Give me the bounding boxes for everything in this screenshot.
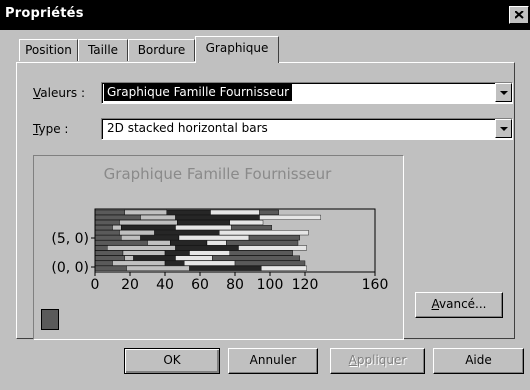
bar-segment (124, 209, 167, 215)
close-button[interactable] (509, 6, 529, 24)
bar-segment (112, 225, 122, 231)
bar-segment (175, 245, 239, 251)
x-tick-label: 160 (362, 277, 389, 293)
x-tick-label: 80 (226, 277, 244, 293)
tab-bordure[interactable]: Bordure (128, 39, 195, 61)
bar-segment (164, 260, 185, 266)
bar-segment (226, 240, 299, 246)
bar-segment (119, 230, 155, 236)
bar-segment (229, 219, 264, 226)
bar-segment (248, 235, 300, 241)
bar-segment (94, 265, 127, 271)
x-tick-label: 20 (121, 277, 139, 293)
bar-segment (259, 214, 321, 220)
tab-position[interactable]: Position (19, 39, 78, 61)
bar-segment (140, 214, 176, 220)
bar-segment (140, 235, 180, 241)
properties-dialog: Propriétés Position Taille Bordure Graph… (0, 0, 530, 390)
bar-segment (175, 255, 213, 261)
chevron-down-icon (500, 91, 508, 95)
aide-button[interactable]: Aide (433, 348, 524, 374)
type-select[interactable]: 2D stacked horizontal bars (101, 118, 513, 140)
bar-segment (112, 260, 166, 266)
bar-segment (94, 225, 113, 231)
bar-segment (121, 235, 141, 241)
bar-segment (94, 240, 148, 246)
bar-segment (206, 240, 227, 246)
bar-segment (184, 260, 236, 266)
bar-segment (177, 219, 230, 226)
bar-segment (261, 265, 307, 271)
bar-segment (212, 255, 300, 261)
bar-segment (175, 225, 232, 231)
bar-segment (94, 219, 120, 226)
bar-segment (219, 230, 309, 236)
bar-segment (107, 245, 176, 251)
bar-segment (210, 209, 260, 215)
chart-preview: Graphique Famille Fournisseur 0 20 40 60 80 1… (33, 155, 404, 340)
valeurs-dropdown-button[interactable] (495, 83, 512, 102)
x-tick-label: 40 (156, 277, 174, 293)
bar-segment (94, 260, 113, 266)
appliquer-button: Appliquer (330, 348, 425, 374)
y-tick-label: (5, 0) (51, 231, 89, 247)
close-icon (515, 11, 524, 19)
chart-svg: 0 20 40 60 80 100 120 160 (0, 0) (5, 0) (51, 208, 389, 293)
legend-swatch (41, 309, 59, 330)
y-tick-label: (0, 0) (51, 260, 89, 276)
bar-segment (170, 240, 208, 246)
bar-segment (154, 230, 220, 236)
valeurs-select-value: Graphique Famille Fournisseur (104, 84, 293, 101)
annuler-button[interactable]: Annuler (228, 348, 318, 374)
bar-segment (259, 209, 279, 215)
tab-graphique[interactable]: Graphique (195, 36, 279, 63)
bar-segment (133, 255, 176, 261)
avance-button[interactable]: Avancé... (415, 292, 503, 318)
bar-segment (94, 235, 122, 241)
bar-segment (166, 209, 211, 215)
bar-segment (121, 225, 176, 231)
type-select-value: 2D stacked horizontal bars (107, 121, 268, 135)
type-dropdown-button[interactable] (495, 119, 512, 138)
bar-segment (238, 245, 307, 251)
bar-segment (94, 230, 120, 236)
x-tick-label: 60 (191, 277, 209, 293)
bar-segment (119, 219, 178, 226)
bar-segment (94, 250, 124, 256)
bar-segment (126, 265, 190, 271)
bar-segment (147, 240, 171, 246)
bar-segment (164, 250, 190, 256)
valeurs-label: Valeurs : (33, 86, 85, 100)
x-tick-label: 0 (91, 277, 100, 293)
bar-segment (94, 255, 125, 261)
type-label: Type : (33, 122, 69, 136)
valeurs-select[interactable]: Graphique Famille Fournisseur (101, 82, 513, 104)
ok-button[interactable]: OK (124, 348, 220, 374)
bar-segment (94, 245, 108, 251)
bar-segment (94, 214, 141, 220)
bar-segment (124, 255, 134, 261)
tab-taille[interactable]: Taille (78, 39, 128, 61)
bar-segment (178, 235, 250, 241)
x-tick-label: 100 (257, 277, 284, 293)
x-tick-label: 120 (292, 277, 319, 293)
bar-segment (94, 209, 125, 215)
window-title: Propriétés (5, 6, 84, 21)
chevron-down-icon (500, 127, 508, 131)
title-bar: Propriétés (0, 0, 530, 30)
bar-segment (189, 250, 230, 256)
bar-segment (189, 265, 262, 271)
bar-segment (234, 260, 306, 266)
bar-segment (175, 214, 260, 220)
bar-segment (231, 225, 272, 231)
bar-segment (122, 250, 166, 256)
bar-segment (229, 250, 293, 256)
